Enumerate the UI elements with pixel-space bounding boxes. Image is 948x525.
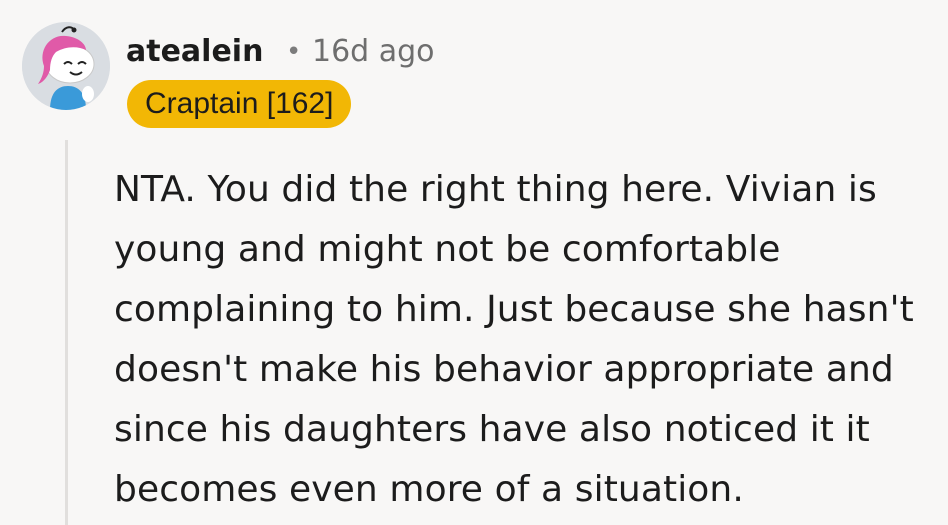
avatar[interactable]: [22, 22, 110, 110]
username[interactable]: atealein: [126, 30, 263, 74]
snoo-avatar-icon: [22, 22, 110, 110]
comment: atealein • 16d ago Craptain [162] NTA. Y…: [0, 0, 948, 525]
user-flair: Craptain [162]: [127, 80, 352, 128]
thread-collapse-line[interactable]: [65, 140, 68, 525]
meta-separator: •: [286, 37, 302, 67]
comment-body: NTA. You did the right thing here. Vivia…: [114, 169, 914, 510]
timestamp[interactable]: 16d ago: [312, 30, 435, 74]
